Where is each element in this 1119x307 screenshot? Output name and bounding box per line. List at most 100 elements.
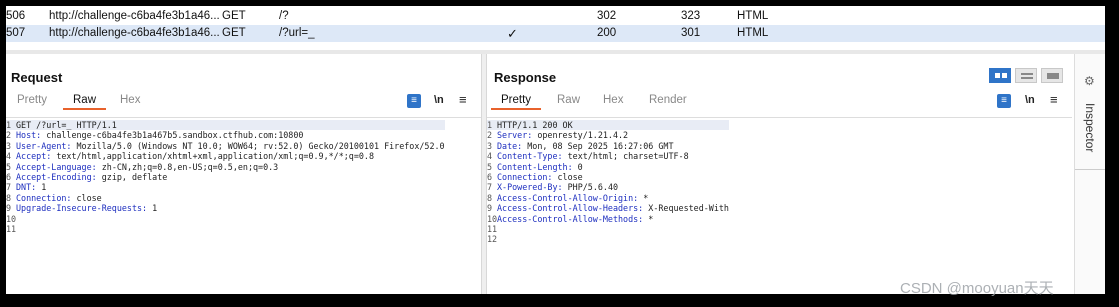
- code-line: 10: [6, 214, 445, 224]
- check-icon: ✓: [507, 26, 518, 41]
- code-line: 1 GET /?url=_ HTTP/1.1: [6, 120, 445, 131]
- code-line: 4 Accept: text/html,application/xhtml+xml…: [6, 151, 445, 161]
- code-line: 7 X-Powered-By: PHP/5.6.40: [487, 182, 729, 192]
- header-name: Server:: [497, 130, 533, 141]
- header-name: Accept-Language:: [16, 161, 97, 172]
- inspector-label[interactable]: Inspector: [1083, 103, 1097, 152]
- header-value: *: [643, 213, 654, 224]
- code-line: 11: [487, 224, 729, 234]
- line-number: 5: [6, 161, 12, 172]
- line-number: 1: [487, 120, 493, 130]
- line-number: 10: [487, 213, 498, 224]
- row-length: 323: [681, 10, 701, 22]
- header-value: close: [71, 192, 102, 203]
- single-pane-layout-icon[interactable]: [1041, 68, 1063, 83]
- header-name: Connection:: [497, 172, 553, 183]
- tab-pretty[interactable]: Pretty: [490, 94, 542, 110]
- row-number: 507: [6, 27, 26, 39]
- header-value: openresty/1.21.4.2: [532, 130, 629, 141]
- header-name: Date:: [497, 140, 523, 151]
- line-number: 3: [6, 140, 12, 151]
- header-name: Host:: [16, 130, 42, 141]
- code-line: 3 User-Agent: Mozilla/5.0 (Windows NT 10.…: [6, 141, 445, 151]
- code-line: 8 Connection: close: [6, 193, 445, 203]
- header-name: Upgrade-Insecure-Requests:: [16, 203, 148, 214]
- response-title: Response: [494, 70, 557, 85]
- header-name: Connection:: [16, 192, 72, 203]
- watermark: CSDN @mooyuan天天: [900, 280, 1054, 297]
- line-number: 2: [6, 130, 12, 141]
- request-pane: Request Pretty Raw Hex ≡ \n ≡ 1 GET /?url…: [6, 54, 481, 294]
- header-value: 1: [36, 182, 47, 193]
- wrap-lines-icon[interactable]: ≡: [997, 94, 1011, 108]
- row-mime: HTML: [737, 27, 769, 39]
- code-line: 11: [6, 224, 445, 234]
- tab-render[interactable]: Render: [649, 94, 687, 106]
- header-value: close: [552, 172, 583, 183]
- code-line: 3 Date: Mon, 08 Sep 2025 16:27:06 GMT: [487, 141, 729, 151]
- header-value: Mon, 08 Sep 2025 16:27:06 GMT: [522, 140, 674, 151]
- response-editor[interactable]: 1 HTTP/1.1 200 OK 2 Server: openresty/1.21.…: [487, 120, 729, 245]
- header-name: Access-Control-Allow-Methods:: [497, 213, 644, 224]
- line-number: 4: [6, 151, 12, 162]
- header-value: challenge-c6ba4fe3b1a467b5.sandbox.ctfhu…: [41, 130, 304, 141]
- request-title: Request: [11, 70, 63, 85]
- header-value: text/html; charset=UTF-8: [562, 151, 689, 162]
- side-by-side-layout-icon[interactable]: [989, 68, 1011, 83]
- code-line: 2 Host: challenge-c6ba4fe3b1a467b5.sandbo…: [6, 130, 445, 140]
- header-value: PHP/5.6.40: [562, 182, 619, 193]
- tab-raw[interactable]: Raw: [557, 94, 580, 106]
- table-row-selected[interactable]: 507 http://challenge-c6ba4fe3b1a46... GE…: [6, 25, 1105, 42]
- tab-raw[interactable]: Raw: [62, 94, 107, 110]
- menu-icon[interactable]: ≡: [459, 93, 467, 106]
- history-table: 506 http://challenge-c6ba4fe3b1a46... GE…: [6, 6, 1105, 50]
- line-number: 10: [6, 213, 17, 224]
- row-method: GET: [222, 10, 246, 22]
- tab-hex[interactable]: Hex: [603, 94, 623, 106]
- newline-toggle-icon[interactable]: \n: [434, 94, 444, 106]
- code-line: 9 Access-Control-Allow-Headers: X-Request…: [487, 203, 729, 213]
- request-editor[interactable]: 1 GET /?url=_ HTTP/1.1 2 Host: challenge-c6…: [6, 120, 445, 234]
- code-line: 6 Connection: close: [487, 172, 729, 182]
- line-number: 7: [6, 182, 12, 193]
- response-pane: Response Pretty Raw Hex Render ≡ \n ≡ 1H…: [487, 54, 1072, 294]
- header-name: Access-Control-Allow-Headers:: [497, 203, 644, 214]
- line-number: 4: [487, 151, 493, 162]
- header-name: Content-Type:: [497, 151, 563, 162]
- line-number: 11: [487, 224, 498, 235]
- inspector-toggle-icon[interactable]: ⚙: [1084, 74, 1095, 88]
- line-number: 9: [6, 203, 12, 214]
- tab-hex[interactable]: Hex: [120, 94, 140, 106]
- line-number: 11: [6, 224, 17, 235]
- row-method: GET: [222, 27, 246, 39]
- header-name: X-Powered-By:: [497, 182, 563, 193]
- stacked-layout-icon[interactable]: [1015, 68, 1037, 83]
- table-row[interactable]: 506 http://challenge-c6ba4fe3b1a46... GE…: [6, 8, 1105, 25]
- code-line: 7 DNT: 1: [6, 182, 445, 192]
- header-name: Accept-Encoding:: [16, 172, 97, 183]
- row-status: 302: [597, 10, 617, 22]
- line-number: 6: [487, 172, 493, 183]
- row-url: /?url=_: [279, 27, 315, 39]
- header-value: 0: [572, 161, 583, 172]
- line-number: 1: [6, 120, 12, 130]
- inspector-sidebar[interactable]: ⚙ Inspector: [1074, 54, 1105, 294]
- code-line: 5 Content-Length: 0: [487, 162, 729, 172]
- code-line: 8 Access-Control-Allow-Origin: *: [487, 193, 729, 203]
- code-line: 4 Content-Type: text/html; charset=UTF-8: [487, 151, 729, 161]
- header-value: GET /?url=_ HTTP/1.1: [16, 120, 117, 130]
- tab-pretty[interactable]: Pretty: [17, 94, 47, 106]
- menu-icon[interactable]: ≡: [1050, 93, 1058, 106]
- line-number: 8: [487, 192, 493, 203]
- divider: [487, 117, 1072, 118]
- header-name: Access-Control-Allow-Origin:: [497, 192, 639, 203]
- code-line: 10Access-Control-Allow-Methods: *: [487, 214, 729, 224]
- code-line: 2 Server: openresty/1.21.4.2: [487, 130, 729, 140]
- code-line: 12: [487, 234, 729, 244]
- wrap-lines-icon[interactable]: ≡: [407, 94, 421, 108]
- newline-toggle-icon[interactable]: \n: [1025, 94, 1035, 106]
- row-mime: HTML: [737, 10, 769, 22]
- header-value: *: [638, 192, 649, 203]
- header-name: DNT:: [16, 182, 37, 193]
- line-number: 3: [487, 140, 493, 151]
